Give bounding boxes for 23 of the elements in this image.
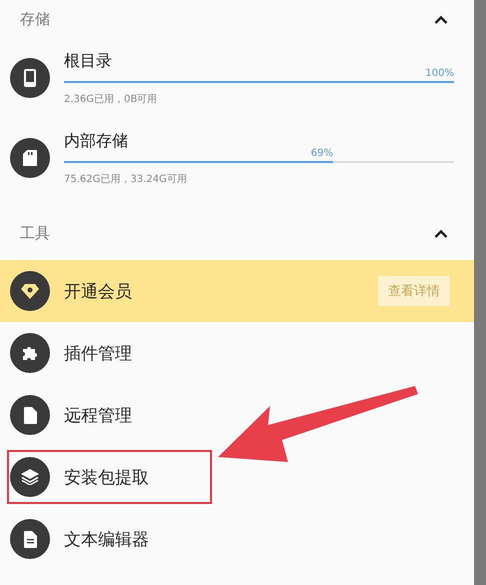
- usage-text: 2.36G已用，0B可用: [64, 92, 158, 106]
- usage-percent: 100%: [425, 68, 454, 80]
- collapse-button[interactable]: [434, 14, 448, 24]
- layers-icon: [21, 469, 39, 485]
- tool-name[interactable]: 开通会员: [64, 280, 364, 302]
- puzzle-icon: [22, 345, 38, 361]
- phone-icon: [24, 69, 36, 87]
- promo-row[interactable]: 开通会员 查看详情: [0, 260, 474, 322]
- document-icon: [24, 530, 36, 548]
- collapse-button[interactable]: [434, 228, 448, 238]
- usage-text: 75.62G已用，33.24G可用: [64, 172, 188, 186]
- diamond-icon: [21, 284, 39, 298]
- tool-name[interactable]: 安装包提取: [64, 466, 450, 488]
- chevron-icon: [434, 14, 448, 24]
- tool-name[interactable]: 文本编辑器: [64, 528, 450, 550]
- sd-card-icon: [23, 150, 37, 166]
- usage-percent: 69%: [310, 148, 334, 160]
- chevron-icon: [434, 228, 448, 238]
- file-icon: [24, 406, 36, 424]
- section-title: 存储: [20, 10, 50, 28]
- section-title: 工具: [20, 224, 50, 242]
- tool-name[interactable]: 插件管理: [64, 342, 450, 364]
- tool-name[interactable]: 远程管理: [64, 404, 450, 426]
